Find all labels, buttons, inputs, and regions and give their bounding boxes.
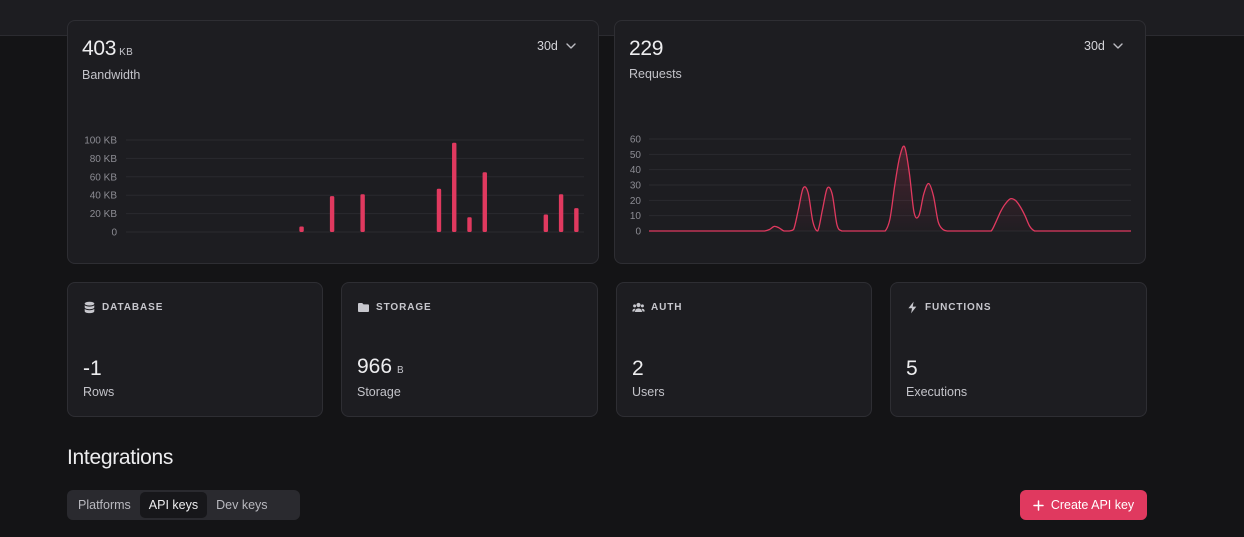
auth-value: 2 bbox=[632, 357, 644, 380]
bar bbox=[543, 214, 549, 232]
database-card[interactable]: DATABASE -1 Rows bbox=[67, 282, 323, 417]
database-icon bbox=[83, 301, 96, 314]
create-api-key-label: Create API key bbox=[1050, 498, 1135, 512]
requests-chart: 0 10 20 30 40 50 60 bbox=[630, 135, 1131, 238]
database-label: Rows bbox=[83, 385, 115, 399]
storage-value: 966 B bbox=[357, 355, 404, 378]
tab-dev-keys[interactable]: Dev keys bbox=[207, 492, 276, 518]
folder-icon bbox=[357, 301, 370, 314]
bandwidth-card: 403 KB Bandwidth 30d 0 20 KB 40 KB 60 KB 80 K… bbox=[67, 20, 599, 264]
y-tick-label: 40 bbox=[630, 165, 642, 176]
requests-card: 229 Requests 30d 0 10 20 30 40 50 60 bbox=[614, 20, 1146, 264]
users-icon bbox=[632, 301, 645, 314]
bar bbox=[574, 208, 579, 232]
y-tick-label: 60 KB bbox=[90, 172, 118, 183]
y-tick-label: 20 bbox=[630, 196, 642, 207]
y-tick-label: 0 bbox=[635, 227, 641, 238]
integrations-tabs: Platforms API keys Dev keys bbox=[67, 490, 300, 520]
lightning-icon bbox=[906, 301, 919, 314]
storage-unit: B bbox=[397, 365, 404, 376]
bar bbox=[482, 172, 487, 232]
functions-title: FUNCTIONS bbox=[925, 302, 992, 313]
storage-card[interactable]: STORAGE 966 B Storage bbox=[341, 282, 598, 417]
y-tick-label: 40 KB bbox=[90, 191, 118, 202]
storage-label: Storage bbox=[357, 385, 401, 399]
auth-header: AUTH bbox=[632, 301, 682, 314]
functions-card[interactable]: FUNCTIONS 5 Executions bbox=[890, 282, 1147, 417]
bar bbox=[329, 196, 335, 232]
y-tick-label: 0 bbox=[111, 228, 117, 239]
auth-label: Users bbox=[632, 385, 665, 399]
plus-icon bbox=[1033, 499, 1044, 511]
bar bbox=[436, 188, 442, 232]
y-tick-label: 20 KB bbox=[90, 209, 118, 220]
storage-header: STORAGE bbox=[357, 301, 432, 314]
bar bbox=[467, 217, 472, 232]
bar bbox=[558, 194, 564, 232]
bar bbox=[360, 194, 365, 232]
y-tick-label: 80 KB bbox=[90, 154, 118, 165]
auth-title: AUTH bbox=[651, 302, 683, 313]
integrations-title: Integrations bbox=[67, 446, 174, 469]
y-tick-label: 60 bbox=[630, 135, 642, 146]
storage-title: STORAGE bbox=[376, 302, 432, 313]
database-header: DATABASE bbox=[83, 301, 163, 314]
bar bbox=[452, 142, 457, 232]
tab-platforms[interactable]: Platforms bbox=[69, 492, 140, 518]
y-tick-label: 30 bbox=[630, 181, 642, 192]
auth-card[interactable]: AUTH 2 Users bbox=[616, 282, 872, 417]
functions-label: Executions bbox=[906, 385, 968, 399]
y-tick-label: 50 bbox=[630, 150, 642, 161]
y-tick-label: 100 KB bbox=[84, 136, 117, 147]
bar bbox=[299, 226, 304, 232]
tab-api-keys[interactable]: API keys bbox=[139, 492, 208, 518]
functions-header: FUNCTIONS bbox=[906, 301, 991, 314]
series-line bbox=[648, 145, 1131, 232]
y-tick-label: 10 bbox=[630, 211, 642, 222]
functions-value: 5 bbox=[906, 357, 918, 380]
database-title: DATABASE bbox=[102, 302, 164, 313]
create-api-key-button[interactable]: Create API key bbox=[1020, 490, 1147, 520]
bandwidth-chart: 0 20 KB 40 KB 60 KB 80 KB 100 KB bbox=[84, 136, 584, 239]
database-value: -1 bbox=[83, 357, 102, 380]
